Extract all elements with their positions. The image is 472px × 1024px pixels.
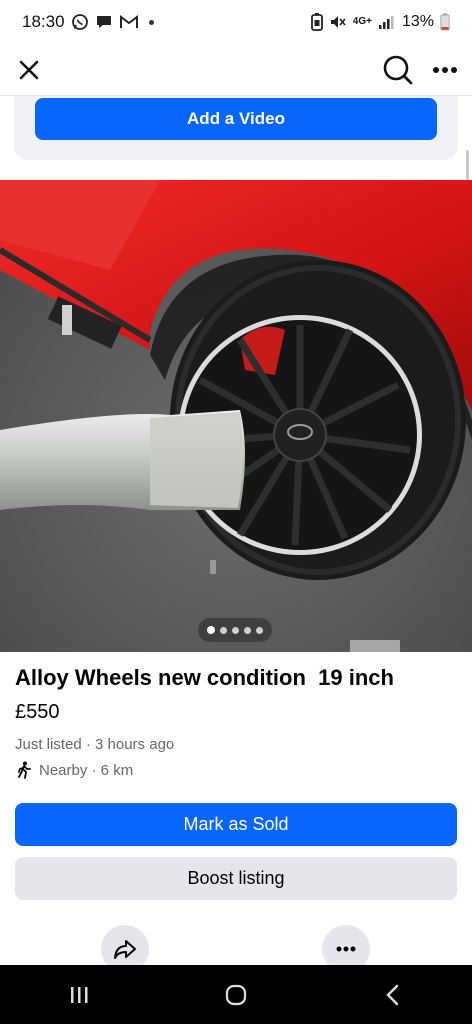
photo-pager[interactable] (198, 618, 272, 642)
back-icon[interactable] (363, 975, 423, 1015)
more-options-icon[interactable] (432, 66, 458, 74)
battery-saver-icon (310, 13, 323, 31)
listing-location: Nearby · 6 km (15, 761, 133, 779)
share-icon (113, 938, 137, 960)
boost-listing-button[interactable]: Boost listing (15, 857, 457, 900)
network-label: 4G+ (352, 16, 372, 27)
status-right: 4G+ 13% (310, 13, 450, 31)
car-wheel-photo (0, 180, 472, 652)
android-nav-bar (0, 965, 472, 1024)
status-time: 18:30 (22, 12, 65, 31)
top-app-bar (0, 44, 472, 96)
chat-icon (95, 13, 113, 31)
gmail-icon (119, 14, 139, 30)
pager-dot[interactable] (244, 626, 251, 634)
status-bar: 18:30 4G+ 13% (0, 0, 472, 44)
add-video-button[interactable]: Add a Video (35, 98, 437, 140)
whatsapp-icon (71, 13, 89, 31)
header-actions (382, 54, 458, 86)
pager-dot[interactable] (232, 626, 239, 634)
signal-icon (378, 14, 396, 30)
listing-photo[interactable] (0, 180, 472, 652)
pager-dot[interactable] (220, 626, 227, 634)
walking-icon (15, 761, 33, 779)
close-icon[interactable] (16, 57, 42, 83)
mark-as-sold-button[interactable]: Mark as Sold (15, 803, 457, 846)
recents-icon[interactable] (49, 975, 109, 1015)
battery-percent: 13% (401, 13, 434, 30)
mute-icon (329, 13, 347, 31)
more-icon (336, 946, 356, 952)
search-icon[interactable] (382, 54, 414, 86)
pager-dot[interactable] (207, 626, 215, 634)
battery-icon (440, 13, 450, 31)
listing-title: Alloy Wheels new condition 19 inch (15, 665, 394, 690)
notification-dot (148, 19, 154, 25)
status-left: 18:30 (22, 12, 154, 32)
listing-time: Just listed · 3 hours ago (15, 736, 175, 753)
add-video-card: Add a Video (14, 96, 458, 160)
pager-dot[interactable] (256, 626, 263, 634)
listing-price: £550 (15, 701, 60, 723)
home-icon[interactable] (206, 975, 266, 1015)
location-text: Nearby · 6 km (39, 761, 134, 779)
